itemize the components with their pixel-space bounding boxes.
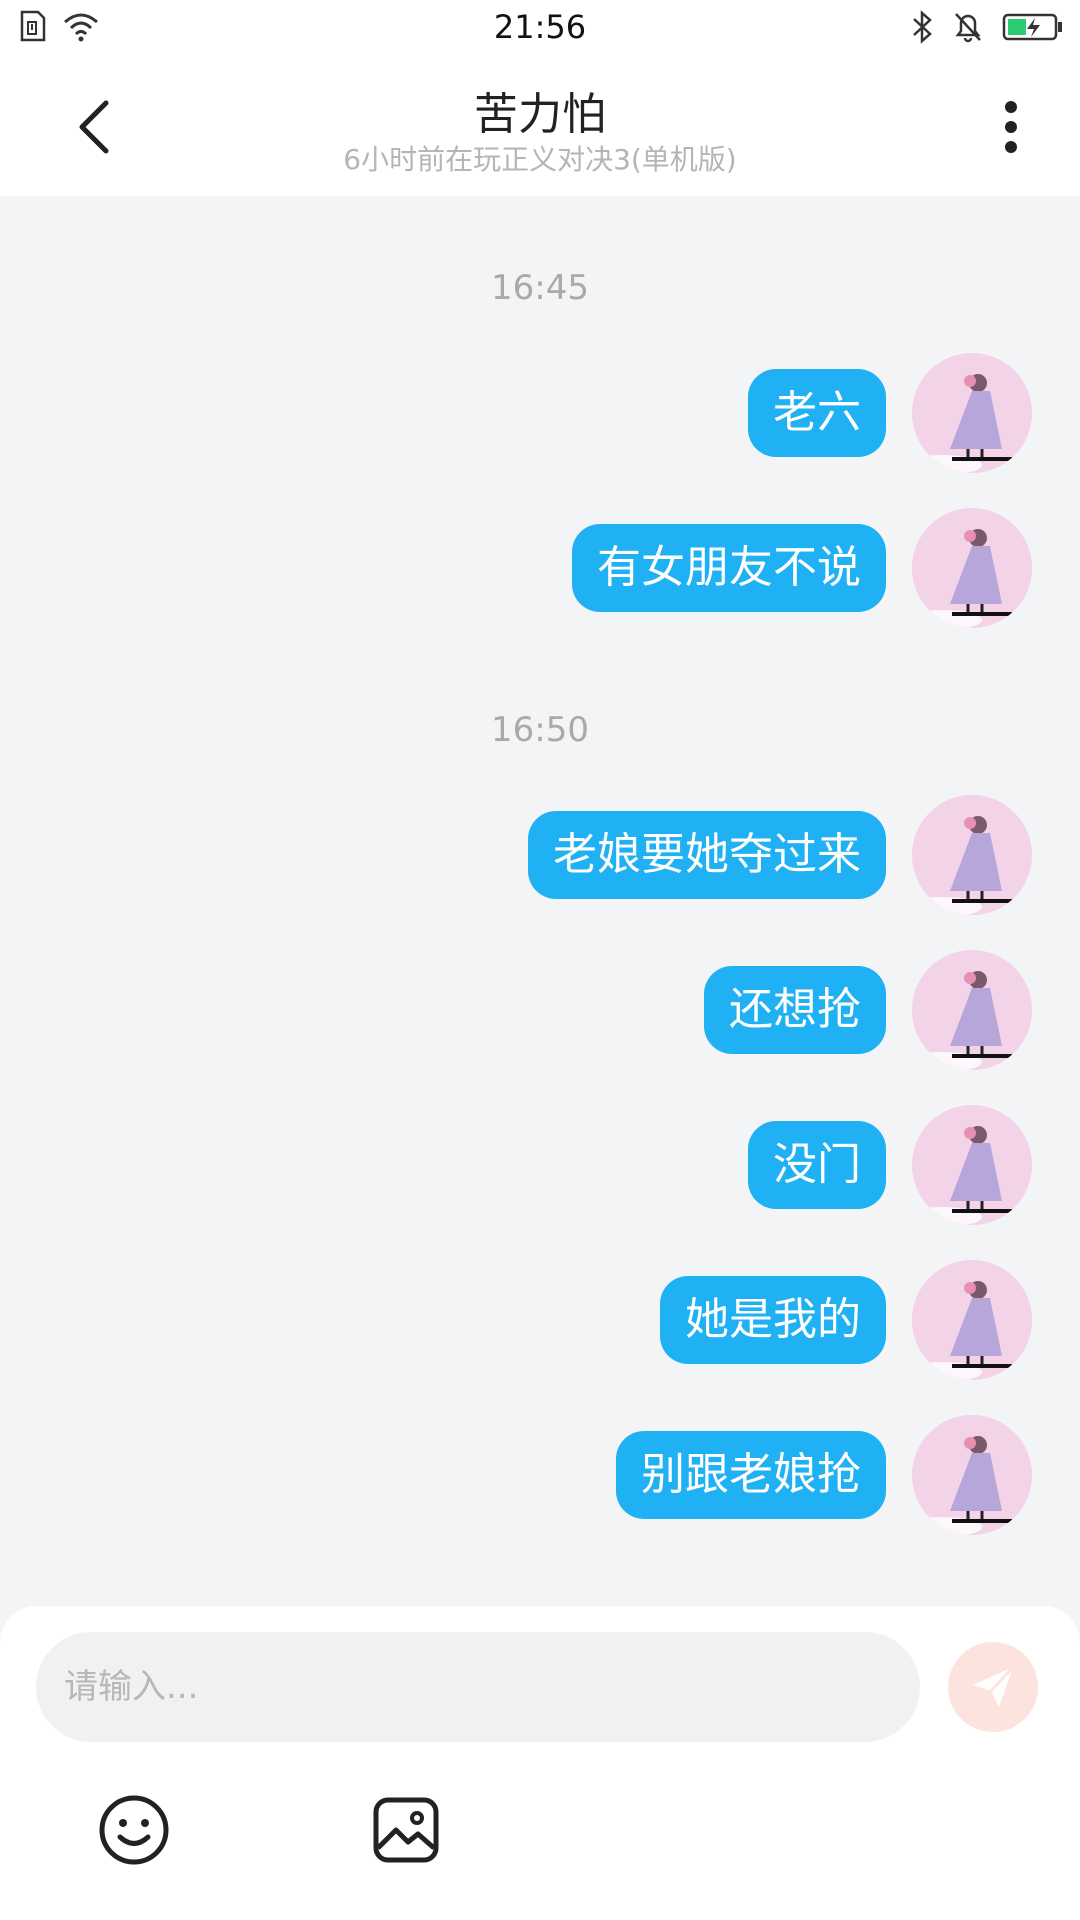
message-row: 还想抢 xyxy=(704,950,1032,1070)
avatar[interactable] xyxy=(912,508,1032,628)
chat-header: 苦力怕 6小时前在玩正义对决3(单机版) xyxy=(0,58,1080,196)
timestamp: 16:50 xyxy=(491,710,589,750)
message-bubble[interactable]: 没门 xyxy=(748,1121,886,1209)
smiley-icon xyxy=(99,1795,169,1865)
status-bar: 21:56 xyxy=(0,0,1080,58)
message-bubble[interactable]: 别跟老娘抢 xyxy=(616,1431,886,1519)
status-right xyxy=(910,10,1064,48)
avatar[interactable] xyxy=(912,1415,1032,1535)
message-row: 她是我的 xyxy=(660,1260,1032,1380)
message-row: 老六 xyxy=(748,353,1032,473)
message-bubble[interactable]: 还想抢 xyxy=(704,966,886,1054)
timestamp: 16:45 xyxy=(491,268,589,308)
contact-status: 6小时前在玩正义对决3(单机版) xyxy=(343,143,737,176)
input-panel xyxy=(0,1606,1080,1920)
bell-muted-icon xyxy=(952,10,984,48)
message-bubble[interactable]: 老娘要她夺过来 xyxy=(528,811,886,899)
message-list[interactable]: 16:45 老六 有女朋友不说 16:50 老娘要她夺过来 还想抢 没门 她是我… xyxy=(0,196,1080,1606)
message-bubble[interactable]: 她是我的 xyxy=(660,1276,886,1364)
image-icon xyxy=(373,1797,439,1863)
more-options-button[interactable] xyxy=(986,94,1036,160)
bluetooth-icon xyxy=(910,10,934,48)
message-row: 没门 xyxy=(748,1105,1032,1225)
chat-screen: 21:56 苦力怕 6小时前在玩正义对决3(单机版) 16:45 老六 有女朋友… xyxy=(0,0,1080,1920)
more-vertical-icon xyxy=(1005,101,1017,153)
avatar[interactable] xyxy=(912,1260,1032,1380)
message-row: 老娘要她夺过来 xyxy=(528,795,1032,915)
contact-name: 苦力怕 xyxy=(474,89,606,140)
send-button[interactable] xyxy=(948,1642,1038,1732)
battery-charging-icon xyxy=(1002,12,1064,46)
avatar[interactable] xyxy=(912,1105,1032,1225)
message-row: 有女朋友不说 xyxy=(572,508,1032,628)
emoji-button[interactable] xyxy=(98,1794,170,1866)
message-bubble[interactable]: 有女朋友不说 xyxy=(572,524,886,612)
message-bubble[interactable]: 老六 xyxy=(748,369,886,457)
avatar[interactable] xyxy=(912,353,1032,473)
avatar[interactable] xyxy=(912,950,1032,1070)
avatar[interactable] xyxy=(912,795,1032,915)
image-button[interactable] xyxy=(370,1794,442,1866)
paper-plane-icon xyxy=(973,1665,1015,1707)
message-row: 别跟老娘抢 xyxy=(616,1415,1032,1535)
message-input[interactable] xyxy=(36,1632,920,1742)
